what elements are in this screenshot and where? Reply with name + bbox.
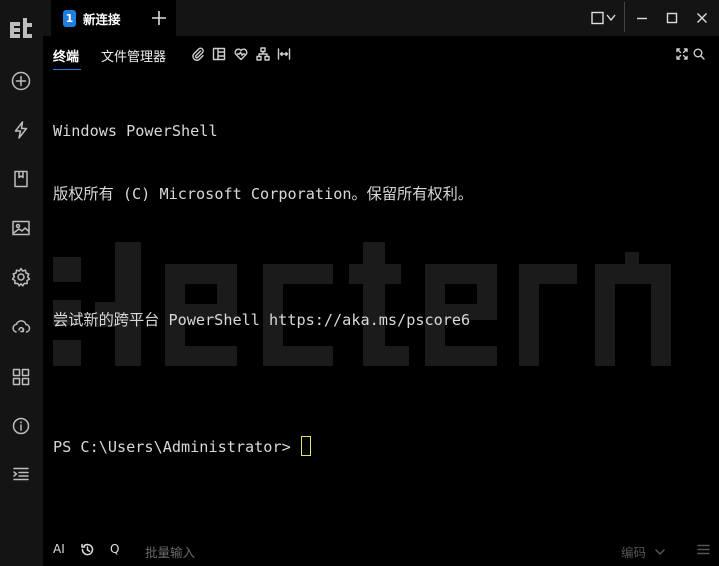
terminal-cursor [300, 436, 311, 456]
batch-input-field[interactable]: 批量输入 [145, 542, 195, 561]
network-icon[interactable] [256, 46, 270, 61]
close-icon [697, 13, 707, 23]
grid-icon[interactable] [10, 366, 32, 388]
window-layout-icon [591, 11, 616, 25]
bottom-bar: AI Q 批量输入 编码 [43, 532, 719, 566]
maximize-icon [666, 12, 678, 24]
close-window-button[interactable] [694, 9, 710, 27]
ai-button[interactable]: AI [53, 542, 65, 556]
sidebar [0, 0, 43, 566]
terminal-output: Windows PowerShell 版权所有 (C) Microsoft Co… [53, 79, 473, 499]
gear-icon[interactable] [10, 266, 32, 288]
window-controls-divider [624, 2, 625, 32]
maximize-button[interactable] [664, 9, 680, 27]
paperclip-icon[interactable] [191, 46, 205, 61]
electerm-logo-icon[interactable] [8, 16, 36, 40]
heart-pulse-icon[interactable] [234, 46, 248, 61]
encoding-select[interactable]: 编码 [621, 542, 646, 561]
info-icon[interactable] [10, 415, 32, 437]
image-icon[interactable] [10, 217, 32, 239]
plus-icon [152, 11, 166, 25]
terminal-line: 尝试新的跨平台 PowerShell https://aka.ms/pscore… [53, 311, 471, 329]
terminal-area[interactable]: Windows PowerShell 版权所有 (C) Microsoft Co… [43, 70, 719, 532]
lightning-icon[interactable] [10, 119, 32, 141]
tab-file-manager[interactable]: 文件管理器 [101, 46, 166, 65]
tab-label: 新连接 [83, 11, 121, 27]
terminal-prompt: PS C:\Users\Administrator> [53, 438, 300, 456]
terminal-prompt-line: PS C:\Users\Administrator> [53, 436, 473, 457]
history-icon[interactable] [80, 542, 95, 557]
bookmark-icon[interactable] [10, 168, 32, 190]
window-layout-dropdown[interactable] [590, 9, 620, 27]
terminal-line: Windows PowerShell [53, 122, 218, 140]
minimize-button[interactable] [634, 9, 650, 27]
search-icon[interactable] [692, 46, 706, 60]
split-layout-icon[interactable] [212, 46, 226, 61]
fullscreen-icon[interactable] [675, 46, 689, 60]
add-circle-icon[interactable] [10, 70, 32, 92]
tab-bar: 1 新连接 [43, 0, 719, 36]
tab-number-badge: 1 [63, 9, 76, 27]
tab-terminal[interactable]: 终端 [53, 46, 79, 65]
list-lines-icon[interactable] [696, 542, 711, 557]
column-width-icon[interactable] [277, 46, 291, 60]
terminal-line: 版权所有 (C) Microsoft Corporation。保留所有权利。 [53, 185, 473, 203]
session-toolbar: 终端 文件管理器 [43, 36, 719, 71]
menu-list-icon[interactable] [10, 463, 32, 485]
chevron-down-icon[interactable] [654, 543, 666, 556]
quick-command-button[interactable]: Q [110, 542, 119, 556]
add-tab-button[interactable] [149, 8, 169, 28]
cloud-sync-icon[interactable] [10, 316, 32, 338]
minimize-icon [637, 17, 647, 20]
